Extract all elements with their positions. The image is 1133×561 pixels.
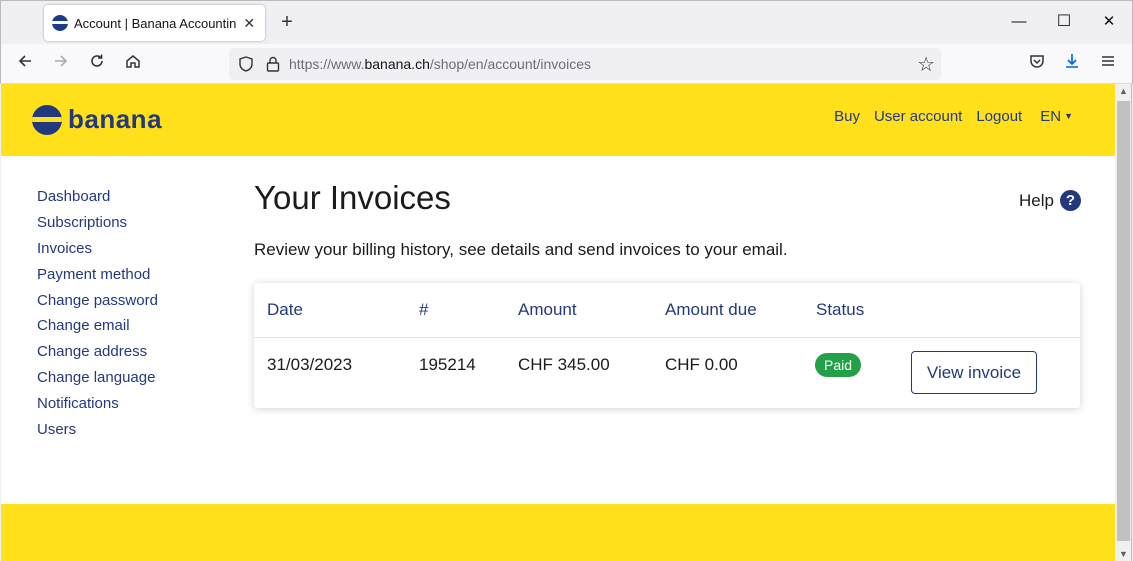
language-dropdown[interactable]: EN ▼ — [1040, 108, 1073, 125]
browser-tab[interactable]: Account | Banana Accounting S ✕ — [44, 5, 265, 41]
page-scrollbar[interactable]: ▲ ▼ — [1115, 84, 1132, 561]
scrollbar-thumb[interactable] — [1117, 101, 1130, 541]
nav-buy-link[interactable]: Buy — [834, 108, 860, 125]
help-label: Help — [1019, 190, 1054, 210]
reload-icon[interactable] — [85, 52, 109, 76]
url-text[interactable]: https://www.banana.ch/shop/en/account/in… — [289, 56, 591, 72]
web-page: banana Buy User account Logout EN ▼ Dashb… — [1, 84, 1115, 561]
question-circle-icon: ? — [1060, 190, 1081, 211]
column-header-amount-due: Amount due — [665, 300, 757, 319]
sidebar-item-invoices[interactable]: Invoices — [37, 240, 158, 266]
download-icon[interactable] — [1060, 52, 1084, 76]
sidebar-item-change-email[interactable]: Change email — [37, 317, 158, 343]
column-header-amount: Amount — [518, 300, 577, 319]
menu-icon[interactable] — [1096, 52, 1120, 76]
close-window-button[interactable]: ✕ — [1094, 9, 1124, 35]
home-icon[interactable] — [121, 52, 145, 76]
minimize-button[interactable]: — — [1004, 9, 1034, 35]
url-bar[interactable]: https://www.banana.ch/shop/en/account/in… — [229, 48, 941, 80]
invoice-number: 195214 — [419, 355, 476, 374]
maximize-button[interactable]: ☐ — [1049, 9, 1079, 35]
logo-text: banana — [68, 104, 163, 134]
language-label: EN — [1040, 108, 1062, 125]
nav-logout-link[interactable]: Logout — [976, 108, 1022, 125]
column-header-status: Status — [816, 300, 865, 319]
status-badge: Paid — [815, 353, 862, 377]
caret-down-icon: ▼ — [1064, 111, 1073, 121]
view-invoice-button[interactable]: View invoice — [911, 351, 1037, 394]
page-title: Your Invoices — [254, 179, 451, 216]
banana-logo-icon — [32, 104, 62, 135]
site-header: banana Buy User account Logout EN ▼ — [1, 84, 1115, 156]
back-arrow-icon[interactable] — [13, 52, 37, 76]
sidebar-item-change-address[interactable]: Change address — [37, 343, 158, 369]
scroll-up-arrow-icon[interactable]: ▲ — [1115, 86, 1132, 96]
new-tab-button[interactable]: + — [276, 11, 298, 33]
page-subtitle: Review your billing history, see details… — [254, 240, 788, 259]
sidebar-item-users[interactable]: Users — [37, 421, 158, 447]
nav-user-account-link[interactable]: User account — [874, 108, 962, 125]
sidebar-item-change-language[interactable]: Change language — [37, 369, 158, 395]
sidebar-item-subscriptions[interactable]: Subscriptions — [37, 214, 158, 240]
invoice-date: 31/03/2023 — [267, 355, 353, 374]
sidebar-item-change-password[interactable]: Change password — [37, 292, 158, 318]
help-link[interactable]: Help ? — [1019, 190, 1081, 211]
browser-toolbar: https://www.banana.ch/shop/en/account/in… — [0, 44, 1133, 84]
browser-tab-bar: Account | Banana Accounting S ✕ + — ☐ ✕ — [0, 0, 1133, 44]
scroll-down-arrow-icon[interactable]: ▼ — [1115, 549, 1132, 559]
invoice-amount: CHF 345.00 — [518, 355, 610, 374]
top-navigation: Buy User account Logout EN ▼ — [820, 108, 1073, 125]
invoices-table: Date # Amount Amount due Status 31/03/20… — [254, 283, 1080, 408]
sidebar-item-notifications[interactable]: Notifications — [37, 395, 158, 421]
site-footer — [1, 504, 1115, 561]
account-sidebar: Dashboard Subscriptions Invoices Payment… — [37, 188, 158, 447]
invoice-amount-due: CHF 0.00 — [665, 355, 738, 374]
tab-close-icon[interactable]: ✕ — [241, 15, 257, 32]
shield-icon[interactable] — [237, 55, 255, 73]
forward-arrow-icon[interactable] — [49, 52, 73, 76]
lock-icon[interactable] — [265, 55, 281, 73]
pocket-icon[interactable] — [1025, 52, 1049, 76]
sidebar-item-dashboard[interactable]: Dashboard — [37, 188, 158, 214]
banana-logo[interactable]: banana — [32, 104, 162, 135]
table-header-row: Date # Amount Amount due Status — [254, 283, 1080, 338]
banana-favicon-icon — [52, 15, 68, 31]
sidebar-item-payment-method[interactable]: Payment method — [37, 266, 158, 292]
star-icon[interactable]: ☆ — [917, 52, 935, 77]
column-header-date: Date — [267, 300, 303, 319]
tab-title: Account | Banana Accounting S — [74, 15, 238, 31]
column-header-number: # — [419, 300, 429, 319]
